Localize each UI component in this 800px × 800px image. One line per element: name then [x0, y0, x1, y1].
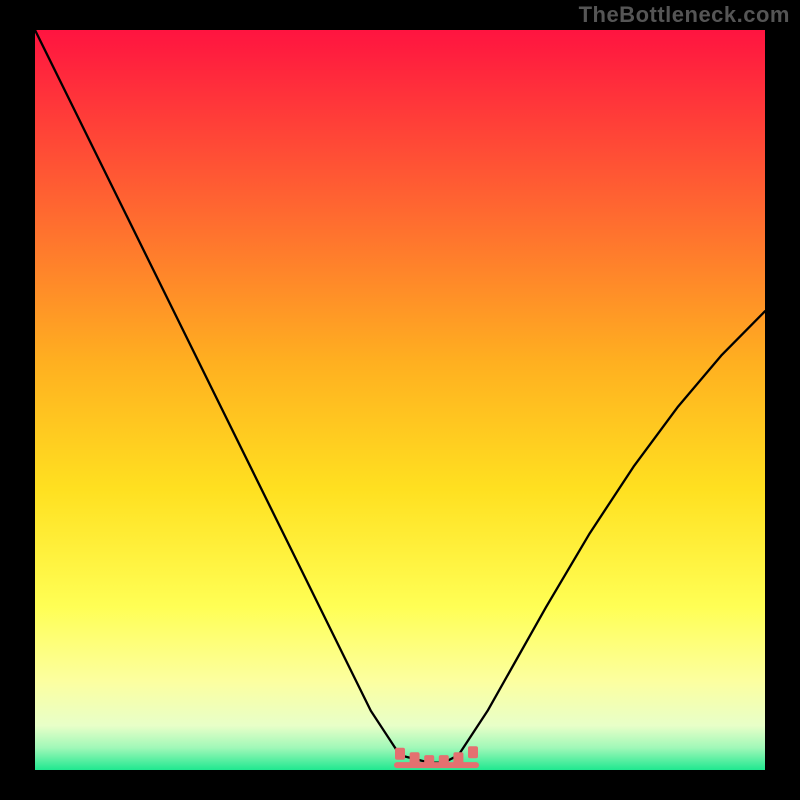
- watermark-text: TheBottleneck.com: [579, 2, 790, 28]
- bottom-markers: [35, 30, 765, 770]
- plot-area: [35, 30, 765, 770]
- chart-frame: TheBottleneck.com: [0, 0, 800, 800]
